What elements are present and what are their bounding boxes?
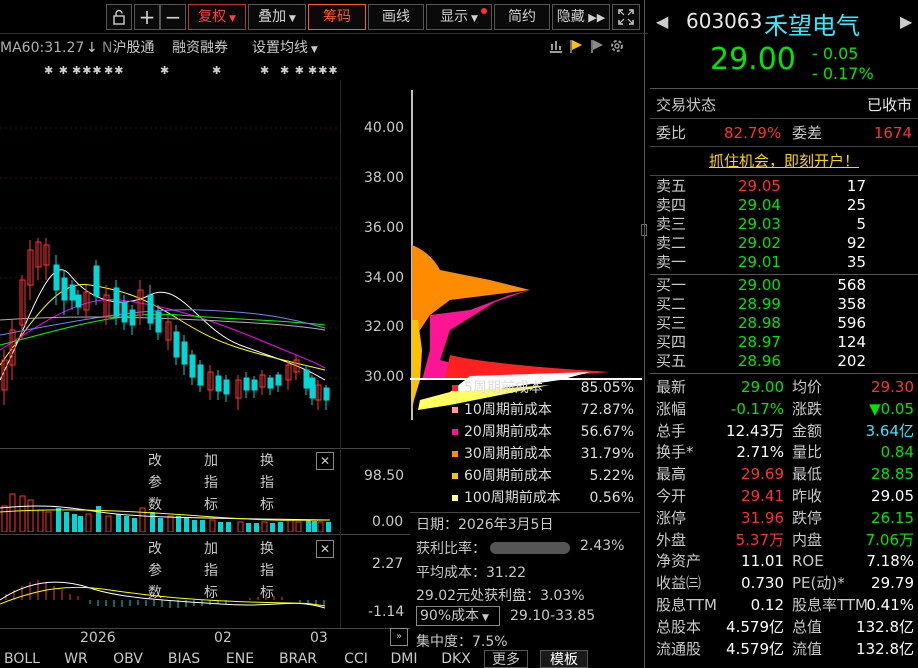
chouma-button[interactable]: 筹码 (308, 4, 366, 30)
order-row[interactable]: 卖一 29.01 35 (650, 253, 918, 272)
open-account-link[interactable]: 抓住机会，即刻开户！ (650, 150, 918, 172)
quote-stat-row: 股息TTM 0.12 股息率TTM 0.41% (656, 596, 914, 614)
caret-down-icon: ▼ (479, 613, 489, 623)
xianshi-button[interactable]: 显示 ▼ (426, 4, 492, 30)
tab-more[interactable]: 更多 (484, 650, 528, 668)
notification-dot (481, 8, 487, 14)
expand-icon (618, 9, 634, 25)
quote-stat-row: 总股本 4.579亿 总值 132.8亿 (656, 617, 914, 636)
order-row[interactable]: 买三 28.98 596 (650, 314, 918, 333)
flag-gray-icon[interactable] (589, 38, 605, 54)
quote-stat-row: 今开 29.41 昨收 29.05 (656, 487, 914, 505)
fuquan-button[interactable]: 复权 ▼ (188, 4, 246, 30)
quote-stat-row: 涨幅 -0.17% 涨跌 ▼0.05 (656, 399, 914, 418)
rongzi-link[interactable]: 融资融券 (172, 36, 228, 60)
prev-stock-icon[interactable]: ◀ (656, 12, 668, 31)
quote-stat-row: 换手* 2.71% 量比 0.84 (656, 443, 914, 462)
zoom-in-button[interactable]: + (134, 4, 160, 30)
shezhi-link[interactable]: 设置均线 ▼ (252, 36, 318, 62)
candlestick-chart[interactable] (0, 80, 340, 452)
price-change-pct: - 0.17% (812, 64, 874, 83)
minus-icon: − (164, 5, 182, 29)
quote-header: ◀ 603063 禾望电气 ▶ 29.00 - 0.05 - 0.17% (646, 0, 918, 86)
cost-legend-item: 10周期前成本 72.87% (448, 399, 638, 421)
tab-dmi[interactable]: DMI (384, 650, 424, 668)
caret-down-icon: ▼ (468, 14, 478, 24)
double-chevron-right-button[interactable]: » (390, 628, 408, 646)
trade-status-row: 交易状态 已收市 (656, 96, 912, 114)
quote-stat-row: 净资产 11.01 ROE 7.18% (656, 552, 914, 571)
flag-yellow-icon[interactable] (568, 38, 584, 54)
quote-stat-row: 涨停 31.96 跌停 26.15 (656, 508, 914, 527)
tab-ene[interactable]: ENE (220, 650, 260, 668)
next-stock-icon[interactable]: ▶ (900, 12, 912, 31)
plus-icon: + (138, 5, 156, 29)
panel-splitter[interactable] (641, 224, 647, 236)
quote-stat-row: 最新 29.00 均价 29.30 (656, 378, 914, 396)
volume-chart[interactable] (0, 486, 340, 532)
cost-legend-item: 30周期前成本 31.79% (448, 443, 638, 465)
caret-down-icon: ▼ (226, 14, 236, 24)
weibi-row: 委比 82.79% 委差 1674 (656, 124, 912, 142)
price-change: - 0.05 (812, 44, 859, 63)
quote-stat-row: 收益㈢ 0.730 PE(动)* 29.79 (656, 574, 914, 593)
cost-legend-item: 60周期前成本 5.22% (448, 465, 638, 487)
quote-stat-row: 流通股 4.579亿 流值 132.8亿 (656, 639, 914, 658)
order-row[interactable]: 卖二 29.02 92 (650, 234, 918, 253)
fullscreen-button[interactable] (612, 4, 640, 30)
ma60-label: MA60:31.27 (0, 40, 85, 56)
chart-header: MA60:31.27 ↓ N沪股通 融资融券 设置均线 ▼ (0, 36, 648, 60)
vol-axis: 98.50 0.00 (364, 468, 405, 530)
lock-icon (113, 9, 125, 25)
cost-legend-item: 100周期前成本 0.56% (448, 487, 638, 509)
order-row[interactable]: 买五 28.96 202 (650, 352, 918, 371)
macd-axis: 2.27 -1.14 (368, 556, 405, 620)
event-markers: ✱ ✱ ✱✱✱ ✱✱ ✱ ✱ ✱ ✱ ✱ ✱✱✱ (44, 64, 339, 77)
tab-bias[interactable]: BIAS (162, 650, 206, 668)
tab-template[interactable]: 模板 (540, 650, 588, 668)
huaxian-button[interactable]: 画线 (368, 4, 424, 30)
tool-icons (548, 38, 625, 62)
tab-brar[interactable]: BRAR (272, 650, 324, 668)
stock-name: 禾望电气 (764, 12, 860, 40)
stock-code: 603063 (686, 9, 763, 33)
order-row[interactable]: 买二 28.99 358 (650, 295, 918, 314)
lock-button[interactable] (106, 4, 132, 30)
order-row[interactable]: 买四 28.97 124 (650, 333, 918, 352)
tab-dkx[interactable]: DKX (436, 650, 476, 668)
macd-chart[interactable] (0, 560, 340, 626)
gear-icon[interactable] (609, 38, 625, 54)
ma60-arrow-icon: ↓ (86, 40, 98, 56)
order-row[interactable]: 买一 29.00 568 (650, 276, 918, 295)
time-axis: 2026 02 03 » (0, 628, 410, 650)
yincang-button[interactable]: 隐藏 ▶▶ (552, 4, 610, 30)
quote-stat-row: 最高 29.69 最低 28.85 (656, 465, 914, 484)
diejia-button[interactable]: 叠加 ▼ (248, 4, 306, 30)
jianyue-button[interactable]: 简约 (494, 4, 550, 30)
cost-select[interactable]: 90%成本 ▼ (416, 606, 500, 626)
profit-progress-bar (490, 542, 570, 554)
tab-boll[interactable]: BOLL (0, 650, 44, 668)
tab-obv[interactable]: OBV (108, 650, 148, 668)
close-icon[interactable]: ✕ (316, 452, 334, 470)
toolbar: + − 复权 ▼ 叠加 ▼ 筹码 画线 显示 ▼ 简约 隐藏 ▶▶ (0, 0, 648, 34)
caret-down-icon: ▼ (286, 14, 296, 24)
zoom-out-button[interactable]: − (160, 4, 186, 30)
price-axis: 40.00 38.00 36.00 34.00 32.00 30.00 (364, 120, 405, 385)
cost-legend-item: 20周期前成本 56.67% (448, 421, 638, 443)
cost-legend-item: 5周期前成本 85.05% (448, 377, 638, 399)
double-chevron-right-icon: ▶▶ (584, 11, 606, 24)
bar-chart-icon[interactable] (548, 38, 564, 54)
order-row[interactable]: 卖四 29.04 25 (650, 196, 918, 215)
chip-distribution-chart[interactable] (410, 80, 642, 420)
order-row[interactable]: 卖三 29.03 5 (650, 215, 918, 234)
quote-stat-row: 外盘 5.37万 内盘 7.06万 (656, 530, 914, 549)
hugutong-link[interactable]: N沪股通 (102, 36, 154, 60)
order-row[interactable]: 卖五 29.05 17 (650, 177, 918, 196)
tab-cci[interactable]: CCI (336, 650, 376, 668)
last-price: 29.00 (710, 42, 796, 77)
quote-stat-row: 总手 12.43万 金额 3.64亿 (656, 421, 914, 440)
close-icon[interactable]: ✕ (316, 540, 334, 558)
tab-wr[interactable]: WR (56, 650, 96, 668)
